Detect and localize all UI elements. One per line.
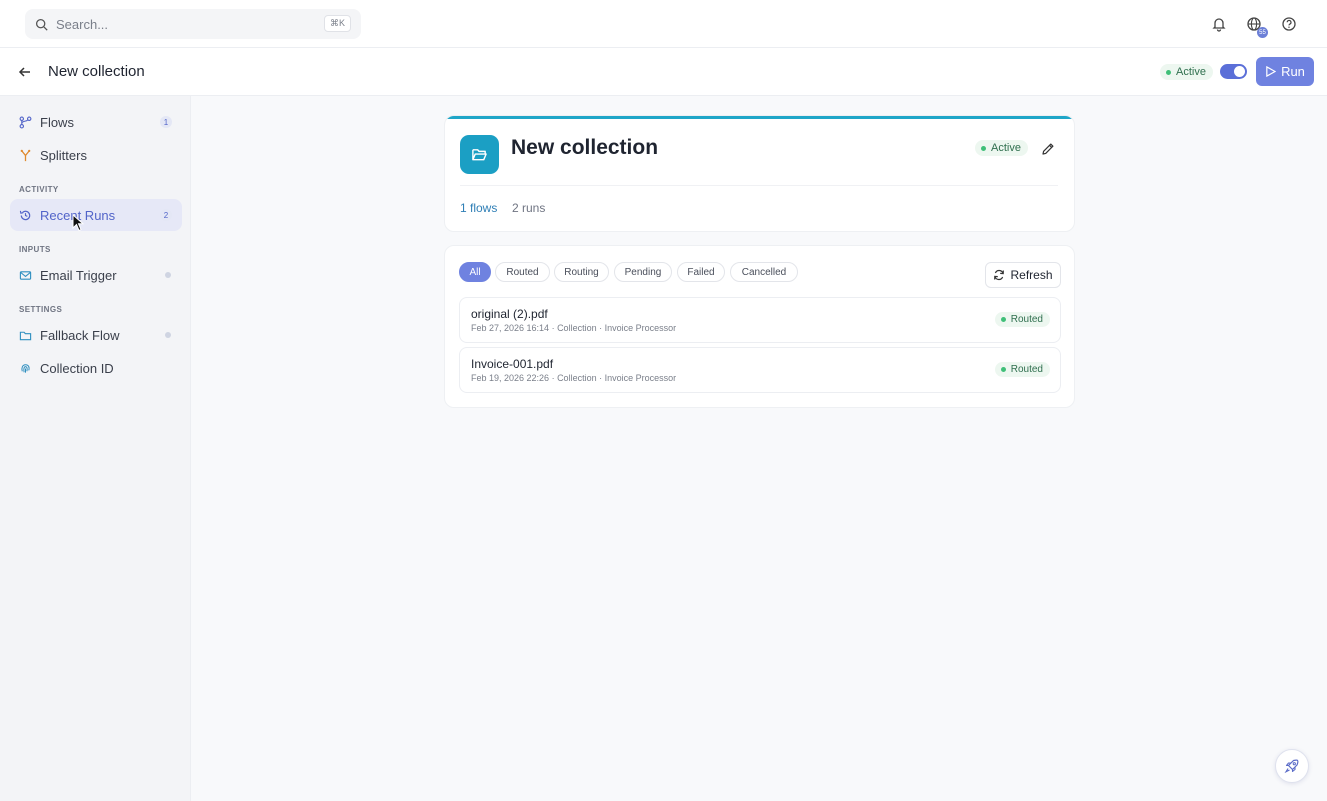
divider <box>460 185 1058 186</box>
sidebar-item-splitters[interactable]: Splitters <box>10 139 182 171</box>
sidebar-item-flows[interactable]: Flows 1 <box>10 106 182 138</box>
sidebar-item-label: Email Trigger <box>40 267 117 283</box>
status-dot <box>165 332 171 338</box>
run-file-name: Invoice-001.pdf <box>471 357 554 371</box>
sidebar: Flows 1 Splitters ACTIVITY Recent Runs 2… <box>0 96 191 801</box>
run-status-badge: Routed <box>994 362 1050 377</box>
sidebar-item-recent-runs[interactable]: Recent Runs 2 <box>10 199 182 231</box>
filter-tab-routing[interactable]: Routing <box>554 262 609 282</box>
filter-tab-failed[interactable]: Failed <box>677 262 725 282</box>
mouse-cursor-icon <box>72 214 84 232</box>
rocket-icon <box>1284 759 1299 774</box>
status-label: Active <box>1176 66 1206 78</box>
section-label-settings: SETTINGS <box>19 305 63 314</box>
floating-launch-button[interactable] <box>1275 749 1309 783</box>
bell-icon[interactable] <box>1211 16 1227 32</box>
sidebar-item-fallback-flow[interactable]: Fallback Flow <box>10 319 182 351</box>
run-row[interactable]: original (2).pdf Feb 27, 2026 16:14 · Co… <box>459 297 1061 343</box>
flows-icon <box>19 116 32 128</box>
folder-icon <box>19 331 32 340</box>
refresh-icon <box>994 269 1005 281</box>
run-status-label: Routed <box>1010 314 1043 325</box>
refresh-button[interactable]: Refresh <box>985 262 1061 288</box>
filter-tab-routed[interactable]: Routed <box>495 262 550 282</box>
status-badge: Active <box>1160 64 1213 80</box>
back-arrow-icon[interactable] <box>18 65 32 79</box>
section-label-inputs: INPUTS <box>19 245 51 254</box>
play-icon <box>1266 66 1277 77</box>
status-dot <box>165 272 171 278</box>
collection-status-badge: Active <box>975 140 1028 156</box>
edit-pencil-icon[interactable] <box>1041 142 1055 156</box>
run-status-label: Routed <box>1010 364 1043 375</box>
run-file-name: original (2).pdf <box>471 307 548 321</box>
top-bar: ⌘K 55 <box>0 0 1327 48</box>
folder-open-icon <box>472 149 487 161</box>
accent-bar <box>445 116 1074 119</box>
sidebar-item-label: Flows <box>40 114 74 130</box>
flows-count-link[interactable]: 1 flows <box>460 201 497 215</box>
page-header: New collection Active Run <box>0 48 1327 96</box>
runs-card: All Routed Routing Pending Failed Cancel… <box>444 245 1075 408</box>
status-label: Active <box>991 142 1021 154</box>
search-bar[interactable]: ⌘K <box>25 9 361 39</box>
history-icon <box>19 210 31 220</box>
filter-tab-pending[interactable]: Pending <box>614 262 672 282</box>
run-meta: Feb 19, 2026 22:26 · Collection · Invoic… <box>471 373 677 383</box>
globe-badge: 55 <box>1257 27 1268 38</box>
help-icon[interactable] <box>1281 16 1297 32</box>
sidebar-item-label: Fallback Flow <box>40 327 120 343</box>
sidebar-item-label: Collection ID <box>40 360 114 376</box>
status-dot <box>1000 317 1006 322</box>
active-toggle[interactable] <box>1220 64 1247 79</box>
collection-avatar <box>460 135 499 174</box>
status-dot <box>1000 367 1006 372</box>
run-row[interactable]: Invoice-001.pdf Feb 19, 2026 22:26 · Col… <box>459 347 1061 393</box>
status-dot <box>1166 69 1171 75</box>
flows-count-badge: 1 <box>160 116 172 128</box>
recent-runs-count-badge: 2 <box>160 209 172 221</box>
page-title: New collection <box>48 63 145 80</box>
search-input[interactable] <box>56 16 316 32</box>
collection-card: New collection Active 1 flows 2 runs <box>444 115 1075 232</box>
run-button[interactable]: Run <box>1256 57 1314 86</box>
sidebar-item-collection-id[interactable]: Collection ID <box>10 352 182 384</box>
toggle-knob <box>1234 66 1245 77</box>
fingerprint-icon <box>21 363 30 373</box>
collection-title: New collection <box>511 136 659 159</box>
refresh-button-label: Refresh <box>1010 268 1053 282</box>
run-status-badge: Routed <box>994 312 1050 327</box>
sidebar-item-label: Splitters <box>40 147 87 163</box>
runs-count: 2 runs <box>512 201 546 215</box>
splitter-icon <box>20 149 31 161</box>
status-dot <box>981 145 986 151</box>
search-icon <box>35 18 48 31</box>
search-shortcut: ⌘K <box>323 15 351 32</box>
filter-tab-cancelled[interactable]: Cancelled <box>730 262 798 282</box>
filter-tab-all[interactable]: All <box>459 262 491 282</box>
sidebar-item-email-trigger[interactable]: Email Trigger <box>10 259 182 291</box>
section-label-activity: ACTIVITY <box>19 185 59 194</box>
mail-icon <box>19 270 32 280</box>
run-meta: Feb 27, 2026 16:14 · Collection · Invoic… <box>471 323 677 333</box>
run-button-label: Run <box>1281 64 1305 79</box>
